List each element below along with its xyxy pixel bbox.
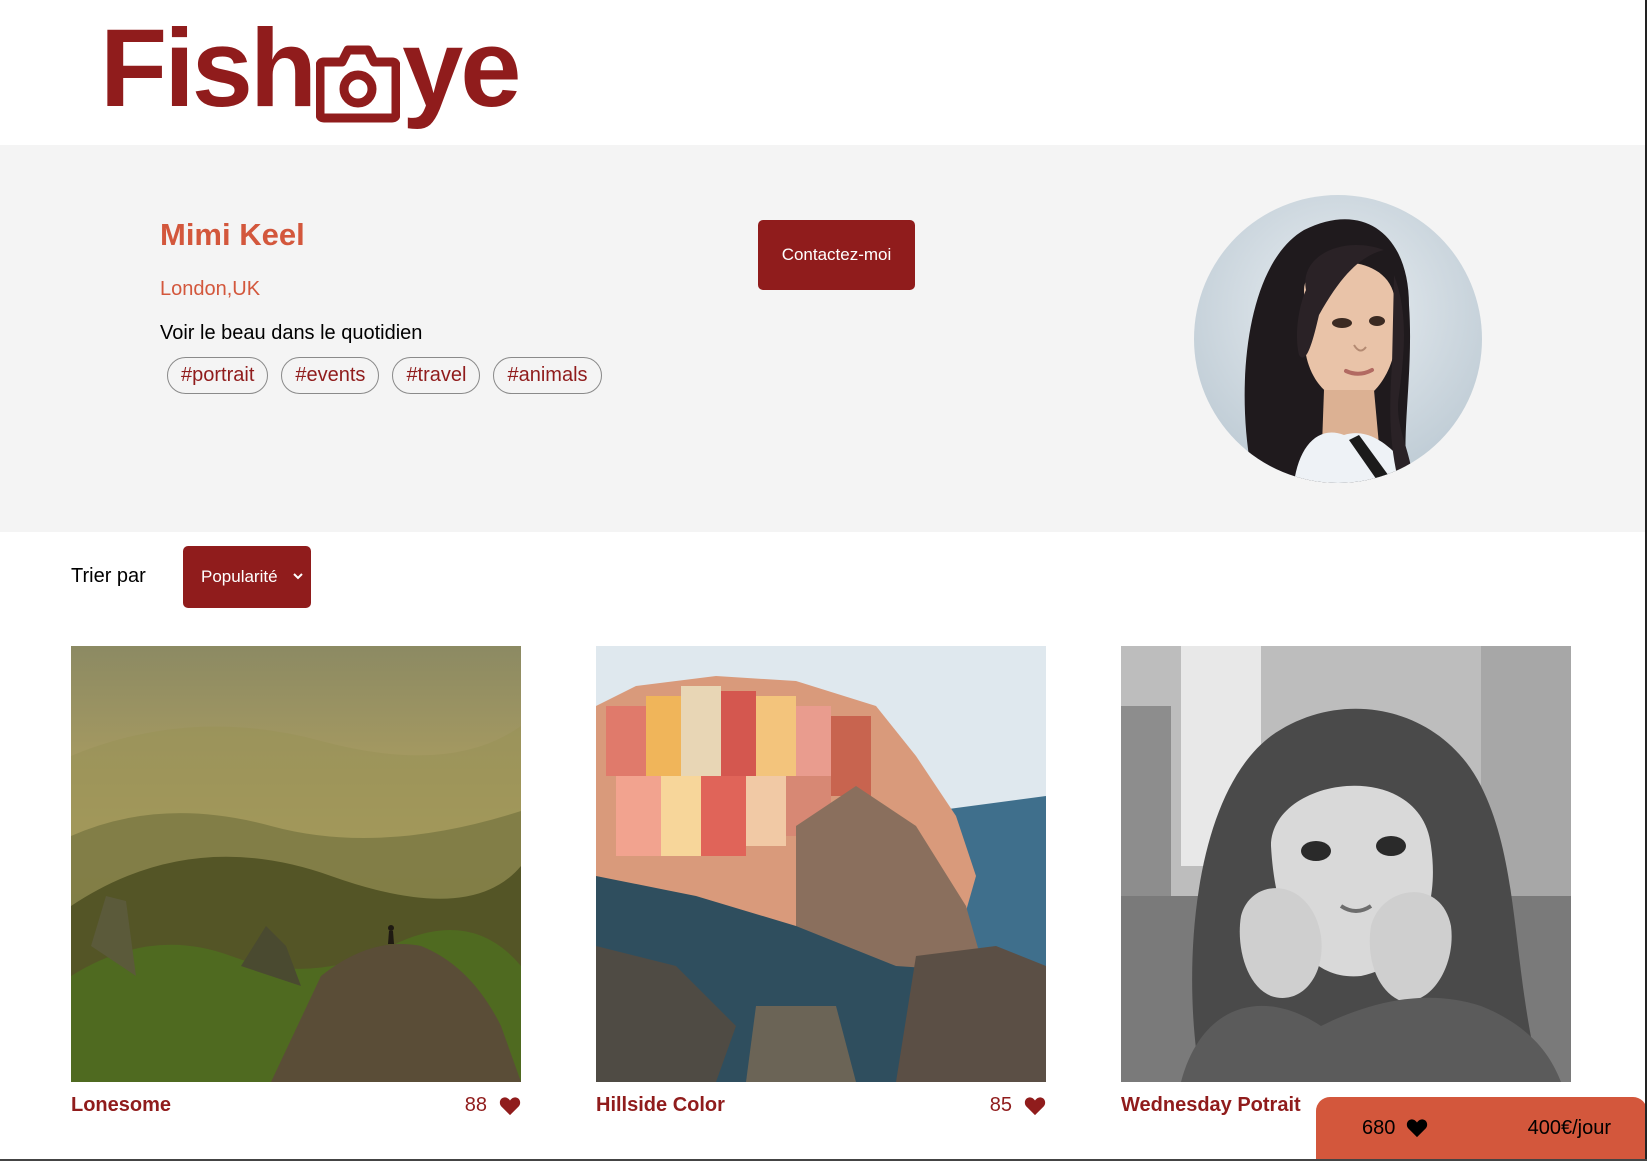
media-card: Hillside Color 85 (596, 646, 1046, 1116)
media-title: Lonesome (71, 1094, 172, 1116)
tag-portrait[interactable]: #portrait (167, 357, 269, 394)
sort-select[interactable]: Popularité (183, 546, 311, 608)
media-photo-hillside-color[interactable] (596, 646, 1046, 1082)
tag-events[interactable]: #events (281, 357, 380, 394)
site-header: Fish ye (0, 0, 1647, 145)
media-likes-count: 85 (989, 1094, 1012, 1116)
contact-button[interactable]: Contactez-moi (758, 220, 915, 290)
media-photo-lonesome[interactable] (71, 646, 521, 1082)
media-title: Wednesday Potrait (1121, 1094, 1301, 1116)
daily-price: 400€/jour (1527, 1117, 1611, 1139)
media-photo-wednesday-potrait[interactable] (1121, 646, 1571, 1082)
fisheye-logo[interactable]: Fish ye (100, 7, 521, 134)
photographer-location: London,UK (160, 278, 261, 300)
photographer-stats: 680 400€/jour (1316, 1097, 1647, 1161)
logo-text-left: Fish (100, 7, 317, 130)
media-meta: Lonesome 88 (71, 1094, 521, 1124)
photographer-name: Mimi Keel (160, 217, 305, 252)
chevron-down-icon (291, 568, 305, 582)
logo-text-right: ye (402, 7, 521, 130)
media-card: Wednesday Potrait (1121, 646, 1571, 1116)
media-card: Lonesome 88 (71, 646, 521, 1116)
tag-animals[interactable]: #animals (493, 357, 602, 394)
photographer-tagline: Voir le beau dans le quotidien (160, 322, 423, 344)
photographer-page: Fish ye Mimi Keel London,UK Voir le beau… (0, 0, 1647, 1161)
heart-icon[interactable] (1024, 1096, 1046, 1116)
photographer-portrait (1194, 195, 1482, 483)
heart-icon (1406, 1118, 1428, 1138)
heart-icon[interactable] (499, 1096, 521, 1116)
sort-label: Trier par (71, 565, 146, 587)
tag-travel[interactable]: #travel (392, 357, 481, 394)
sort-selected-value: Popularité (201, 567, 278, 586)
total-likes: 680 (1362, 1117, 1396, 1139)
media-title: Hillside Color (596, 1094, 725, 1116)
camera-icon (315, 32, 401, 123)
media-likes-count: 88 (464, 1094, 487, 1116)
photographer-header: Mimi Keel London,UK Voir le beau dans le… (0, 145, 1647, 532)
media-meta: Hillside Color 85 (596, 1094, 1046, 1124)
tag-list: #portrait #events #travel #animals (167, 357, 602, 394)
